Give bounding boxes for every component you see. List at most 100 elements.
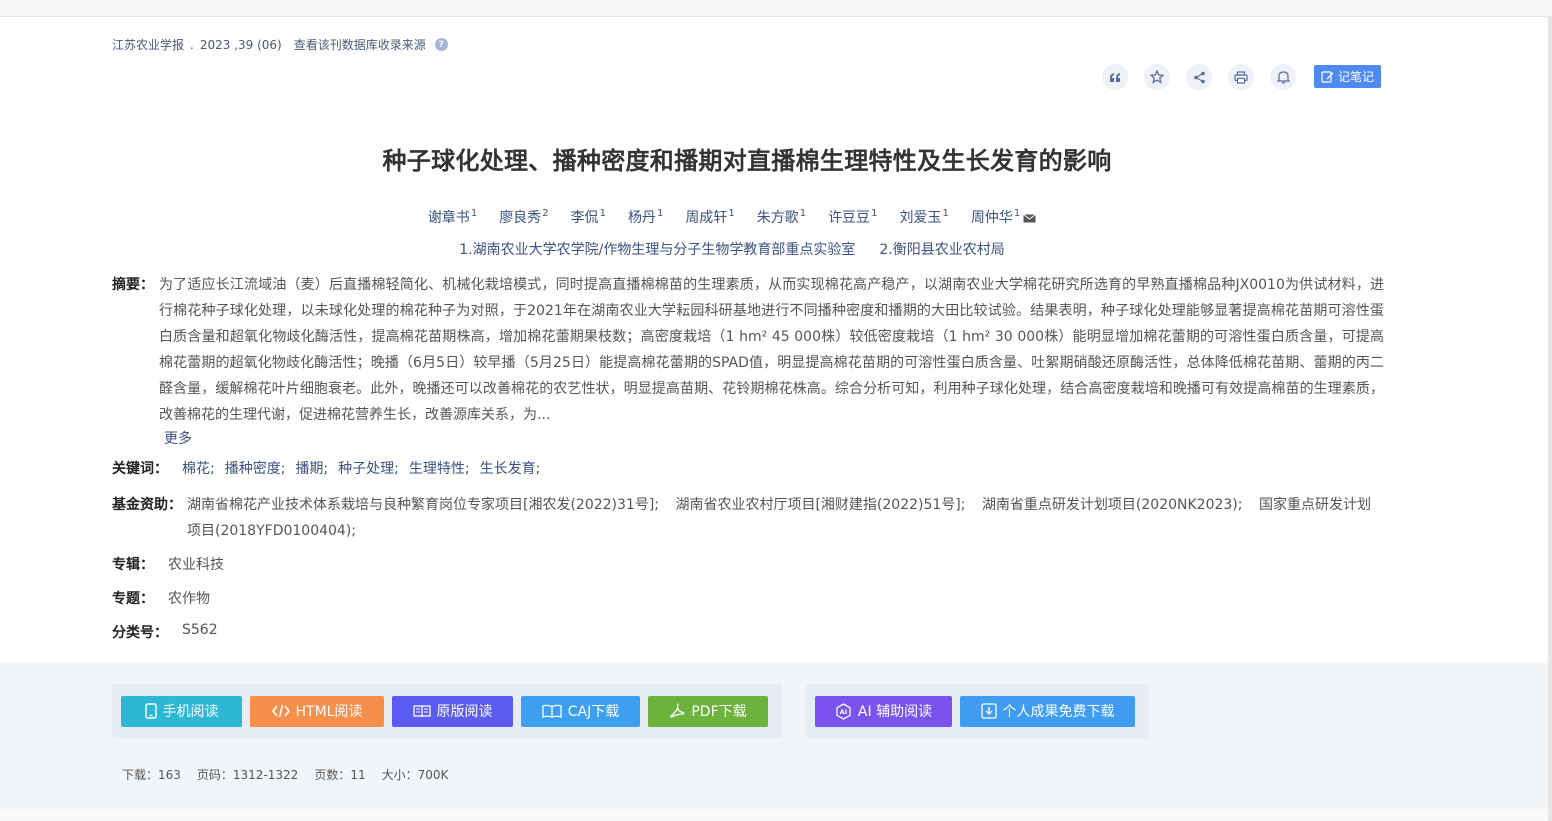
organization-link[interactable]: 2.衡阳县农业农村局 bbox=[879, 239, 1004, 259]
svg-text:AI: AI bbox=[840, 708, 847, 716]
html-read-label: HTML阅读 bbox=[295, 704, 363, 720]
top-bar bbox=[0, 0, 1552, 17]
zhuanji-value: 农业科技 bbox=[168, 557, 224, 573]
author-name: 许豆豆 bbox=[828, 210, 871, 226]
author-name: 刘爱玉 bbox=[899, 210, 942, 226]
author-affiliation: 2 bbox=[542, 208, 549, 220]
download-icon bbox=[980, 703, 997, 719]
page-count: 页数：11 bbox=[314, 768, 366, 782]
class-number-value: S562 bbox=[182, 622, 218, 638]
funding-link[interactable]: 湖南省重点研发计划项目(2020NK2023); bbox=[982, 497, 1243, 513]
author-link[interactable]: 朱方歌1 bbox=[757, 207, 806, 227]
personal-download-label: 个人成果免费下载 bbox=[1002, 704, 1115, 720]
author-name: 周成轩 bbox=[685, 210, 728, 226]
journal-name-link[interactable]: 江苏农业学报 bbox=[112, 36, 184, 53]
author-link[interactable]: 刘爱玉1 bbox=[899, 207, 948, 227]
edit-icon bbox=[1321, 71, 1334, 83]
zhuanti-value: 农作物 bbox=[168, 591, 210, 607]
share-button[interactable] bbox=[1186, 64, 1212, 90]
author-link[interactable]: 廖良秀2 bbox=[499, 207, 548, 227]
code-icon bbox=[271, 704, 290, 718]
funding-link[interactable]: 湖南省农业农村厅项目[湘财建指(2022)51号]; bbox=[675, 497, 965, 513]
mail-icon[interactable] bbox=[1023, 213, 1036, 223]
author-link[interactable]: 谢章书1 bbox=[428, 207, 477, 227]
personal-download-button[interactable]: 个人成果免费下载 bbox=[960, 695, 1135, 727]
original-read-button[interactable]: 原版阅读 bbox=[392, 695, 513, 727]
keyword-link[interactable]: 棉花; bbox=[182, 458, 215, 478]
file-size: 大小：700K bbox=[381, 768, 449, 782]
caj-download-button[interactable]: CAJ下载 bbox=[521, 695, 640, 727]
zhuanti-label: 专题： bbox=[112, 591, 154, 607]
keyword-link[interactable]: 种子处理; bbox=[338, 458, 399, 478]
database-source-link[interactable]: 查看该刊数据库收录来源 bbox=[294, 36, 426, 53]
abstract-text: 为了适应长江流域油（麦）后直播棉轻简化、机械化栽培模式，同时提高直播棉棉苗的生理… bbox=[159, 277, 1384, 423]
help-icon[interactable]: ? bbox=[434, 38, 448, 51]
author-link[interactable]: 周成轩1 bbox=[685, 207, 734, 227]
funding-section: 基金资助： 湖南省棉花产业技术体系栽培与良种繁育岗位专家项目[湘农发(2022)… bbox=[112, 492, 1384, 544]
abstract-section: 摘要： 为了适应长江流域油（麦）后直播棉轻简化、机械化栽培模式，同时提高直播棉棉… bbox=[112, 272, 1384, 428]
author-affiliation: 1 bbox=[656, 208, 664, 220]
funding-label: 基金资助： bbox=[112, 497, 182, 513]
abstract-label: 摘要： bbox=[112, 277, 154, 293]
html-read-button[interactable]: HTML阅读 bbox=[250, 695, 384, 727]
bell-icon bbox=[1276, 71, 1290, 84]
funding-list: 湖南省棉花产业技术体系栽培与良种繁育岗位专家项目[湘农发(2022)31号]; … bbox=[187, 492, 1384, 544]
read-download-buttons: 手机阅读 HTML阅读 原版阅读 CAJ下载 PDF下载 bbox=[112, 684, 782, 738]
author-link[interactable]: 许豆豆1 bbox=[828, 207, 877, 227]
author-list: 谢章书1 廖良秀2 李侃1 杨丹1 周成轩1 朱方歌1 许豆豆1 刘爱玉1 周仲… bbox=[0, 207, 1464, 227]
ai-icon: AI bbox=[836, 702, 851, 720]
author-affiliation: 1 bbox=[1013, 208, 1021, 220]
journal-source: 江苏农业学报 . 2023 ,39 (06) 查看该刊数据库收录来源 ? bbox=[112, 36, 448, 53]
keyword-link[interactable]: 生理特性; bbox=[409, 458, 470, 478]
year-issue-link[interactable]: 2023 ,39 (06) bbox=[200, 38, 282, 52]
author-affiliation: 1 bbox=[470, 208, 478, 220]
keyword-link[interactable]: 生长发育; bbox=[480, 458, 541, 478]
favorite-button[interactable] bbox=[1144, 64, 1170, 90]
quote-button[interactable] bbox=[1102, 64, 1128, 90]
author-link[interactable]: 周仲华1 bbox=[971, 207, 1036, 227]
ai-personal-buttons: AI AI 辅助阅读 个人成果免费下载 bbox=[806, 684, 1149, 738]
author-name: 李侃 bbox=[570, 210, 599, 226]
print-button[interactable] bbox=[1228, 64, 1254, 90]
ai-assist-read-button[interactable]: AI AI 辅助阅读 bbox=[815, 695, 952, 727]
download-count: 下载：163 bbox=[122, 768, 181, 782]
abstract-more-link[interactable]: 更多 bbox=[164, 428, 192, 448]
author-link[interactable]: 李侃1 bbox=[571, 207, 606, 227]
keyword-link[interactable]: 播种密度; bbox=[225, 458, 286, 478]
notify-button[interactable] bbox=[1270, 64, 1296, 90]
caj-download-label: CAJ下载 bbox=[567, 704, 620, 720]
author-affiliation: 1 bbox=[942, 208, 949, 220]
author-name: 周仲华 bbox=[970, 210, 1013, 226]
author-name: 谢章书 bbox=[427, 210, 470, 226]
author-affiliation: 1 bbox=[728, 208, 735, 220]
mobile-read-label: 手机阅读 bbox=[162, 704, 219, 720]
article-title: 种子球化处理、播种密度和播期对直播棉生理特性及生长发育的影响 bbox=[382, 147, 1112, 175]
pdf-download-label: PDF下载 bbox=[691, 704, 747, 720]
ai-assist-read-label: AI 辅助阅读 bbox=[857, 704, 933, 720]
original-read-label: 原版阅读 bbox=[436, 704, 493, 720]
take-note-label: 记笔记 bbox=[1337, 70, 1374, 84]
printer-icon bbox=[1234, 70, 1248, 84]
take-note-button[interactable]: 记笔记 bbox=[1314, 65, 1381, 88]
author-name: 廖良秀 bbox=[499, 210, 542, 226]
funding-link[interactable]: 湖南省棉花产业技术体系栽培与良种繁育岗位专家项目[湘农发(2022)31号]; bbox=[187, 497, 659, 513]
page-range: 页码：1312-1322 bbox=[196, 768, 299, 782]
author-name: 朱方歌 bbox=[756, 210, 799, 226]
download-stats: 下载：163 页码：1312-1322 页数：11 大小：700K bbox=[122, 766, 464, 783]
footer-strip bbox=[0, 809, 1548, 821]
author-name: 杨丹 bbox=[627, 210, 656, 226]
organization-link[interactable]: 1.湖南农业大学农学院/作物生理与分子生物学教育部重点实验室 bbox=[459, 239, 855, 259]
author-link[interactable]: 杨丹1 bbox=[628, 207, 663, 227]
organization-list: 1.湖南农业大学农学院/作物生理与分子生物学教育部重点实验室 2.衡阳县农业农村… bbox=[0, 239, 1464, 259]
class-number-row: 分类号： S562 bbox=[112, 622, 218, 642]
open-book-icon bbox=[542, 704, 562, 718]
mobile-read-button[interactable]: 手机阅读 bbox=[121, 695, 242, 727]
keyword-link[interactable]: 播期; bbox=[295, 458, 328, 478]
scrollbar[interactable] bbox=[1548, 17, 1552, 821]
separator-dot: . bbox=[190, 37, 194, 52]
pdf-download-button[interactable]: PDF下载 bbox=[648, 695, 768, 727]
author-affiliation: 1 bbox=[871, 208, 878, 220]
author-affiliation: 1 bbox=[599, 208, 606, 220]
share-icon bbox=[1193, 71, 1205, 83]
phone-icon bbox=[144, 703, 157, 719]
